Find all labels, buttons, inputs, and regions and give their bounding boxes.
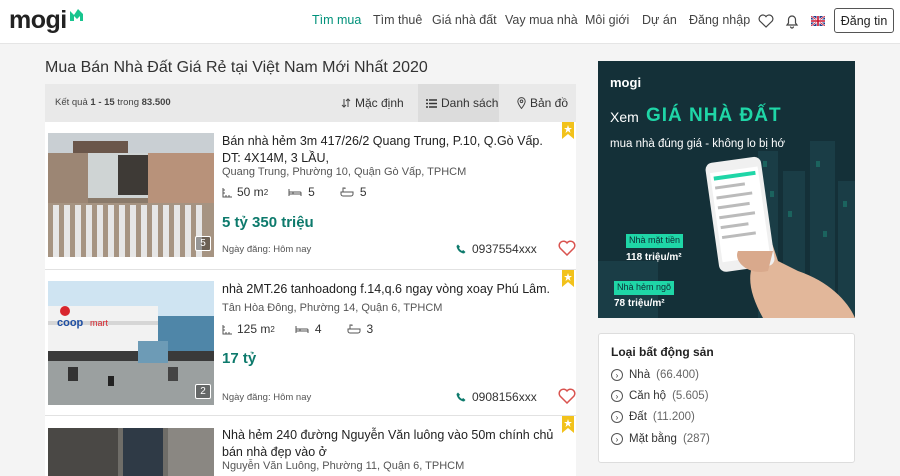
phone-number: 0908156xxx [472,390,537,404]
nav-du-an[interactable]: Dự án [642,13,677,27]
area-icon [222,187,232,197]
area-value: 125 m [237,322,271,336]
photo-count-badge: 5 [195,236,211,251]
ad-xem: Xem [610,109,639,125]
phone-icon [456,392,466,402]
property-type-filter: Loại bất động sản › Nhà (66.400) › Căn hộ… [598,333,855,463]
chevron-right-icon: › [611,433,623,445]
listing-title[interactable]: Nhà hẻm 240 đường Nguyễn Văn luông vào 5… [222,427,562,460]
result-count: Kết quả 1 - 15 trong 83.500 [55,97,171,108]
mogi-logo[interactable]: mogi [9,6,84,34]
listing-phone[interactable]: 0908156xxx [456,390,537,404]
nav-tim-thue[interactable]: Tìm thuê [373,13,422,27]
ad-price-mat-tien: 118 triệu/m² [626,252,682,263]
listing-card[interactable]: Nhà hẻm 240 đường Nguyễn Văn luông vào 5… [45,416,576,476]
ad-price-hem-ngo: 78 triệu/m² [614,298,665,309]
listing-photo[interactable]: coop mart 2 [48,281,214,405]
sort-default-label: Mặc định [355,96,404,110]
uk-flag-icon[interactable] [808,11,828,31]
listing-photo[interactable] [48,428,214,476]
listing-date: Ngày đăng: Hôm nay [222,392,312,403]
bookmark-icon[interactable] [562,416,574,433]
logo-mark-icon [69,9,83,21]
bookmark-icon[interactable] [562,270,574,287]
area-icon [222,324,232,334]
results-toolbar: Kết quả 1 - 15 trong 83.500 Mặc định Dan… [45,84,576,122]
price-ad-banner[interactable]: mogi Xem GIÁ NHÀ ĐẤT mua nhà đúng giá - … [598,61,855,318]
listing-address: Quang Trung, Phường 10, Quận Gò Vấp, TPH… [222,166,467,178]
filter-item-dat[interactable]: › Đất (11.200) [611,411,695,423]
ad-brand: mogi [610,75,642,90]
nav-tim-mua[interactable]: Tìm mua [312,13,361,27]
filter-title: Loại bất động sản [611,345,714,359]
bath-icon [347,324,360,334]
ad-tag-mat-tien: Nhà mặt tiền [626,234,684,248]
listing-props: 125 m2 4 3 [222,322,373,336]
bed-icon [295,325,309,333]
phone-number: 0937554xxx [472,242,537,256]
listing-props: 50 m2 5 5 [222,185,367,199]
favorite-heart-icon[interactable] [558,240,576,256]
page-title: Mua Bán Nhà Đất Giá Rẻ tại Việt Nam Mới … [45,59,428,76]
chevron-right-icon: › [611,390,623,402]
sort-default-button[interactable]: Mặc định [341,84,407,122]
sort-icon [341,98,351,108]
view-list-label: Danh sách [441,96,499,110]
svg-text:mart: mart [90,318,108,328]
bell-icon[interactable] [782,11,802,31]
top-header: mogi Tìm mua Tìm thuê Giá nhà đất Vay mu… [0,0,900,44]
listing-date: Ngày đăng: Hôm nay [222,244,312,255]
listing-address: Nguyễn Văn Luông, Phường 11, Quận 6, TPH… [222,460,465,472]
heart-icon[interactable] [756,11,776,31]
ad-subline: mua nhà đúng giá - không lo bị hớ [610,138,786,150]
listing-price: 5 tỷ 350 triệu [222,214,314,231]
bed-icon [288,188,302,196]
chevron-right-icon: › [611,369,623,381]
phone-icon [456,244,466,254]
logo-text: mogi [9,5,67,34]
photo-count-badge: 2 [195,384,211,399]
bathroom-count: 5 [359,185,367,199]
svg-text:coop: coop [57,317,84,329]
listing-title[interactable]: Bán nhà hẻm 3m 417/26/2 Quang Trung, P.1… [222,133,562,166]
list-icon [426,98,437,108]
ad-headline: GIÁ NHÀ ĐẤT [646,105,782,126]
chevron-right-icon: › [611,411,623,423]
view-list-button[interactable]: Danh sách [418,84,499,122]
nav-vay-mua-nha[interactable]: Vay mua nhà [505,13,578,27]
filter-item-nha[interactable]: › Nhà (66.400) [611,369,699,381]
listing-photo[interactable]: 5 [48,133,214,257]
nav-gia-nha-dat[interactable]: Giá nhà đất [432,13,497,27]
ad-tag-hem-ngo: Nhà hẻm ngõ [614,281,675,295]
nav-dang-nhap[interactable]: Đăng nhập [689,13,750,27]
view-map-label: Bản đồ [530,96,569,110]
listing-card[interactable]: 5 Bán nhà hẻm 3m 417/26/2 Quang Trung, P… [45,122,576,270]
map-pin-icon [517,97,526,109]
listing-phone[interactable]: 0937554xxx [456,242,537,256]
listing-title[interactable]: nhà 2MT.26 tanhoadong f.14,q.6 ngay vòng… [222,281,562,298]
area-value: 50 m [237,185,264,199]
nav-moi-gioi[interactable]: Môi giới [585,13,629,27]
bathroom-count: 3 [366,322,374,336]
filter-item-mat-bang[interactable]: › Mặt bằng (287) [611,433,710,445]
post-listing-button[interactable]: Đăng tin [834,8,894,33]
area-unit-sup: 2 [263,187,269,197]
bedroom-count: 4 [314,322,322,336]
area-unit-sup: 2 [270,324,275,334]
filter-item-can-ho[interactable]: › Căn hộ (5.605) [611,390,709,402]
bath-icon [340,187,354,197]
listing-card[interactable]: coop mart 2 nhà 2MT.26 tanhoadong f.14,q… [45,270,576,416]
bedroom-count: 5 [308,185,315,199]
favorite-heart-icon[interactable] [558,388,576,404]
bookmark-icon[interactable] [562,122,574,139]
view-map-button[interactable]: Bản đồ [517,84,573,122]
listing-price: 17 tỷ [222,350,257,367]
listing-address: Tân Hòa Đông, Phường 14, Quận 6, TPHCM [222,302,443,314]
